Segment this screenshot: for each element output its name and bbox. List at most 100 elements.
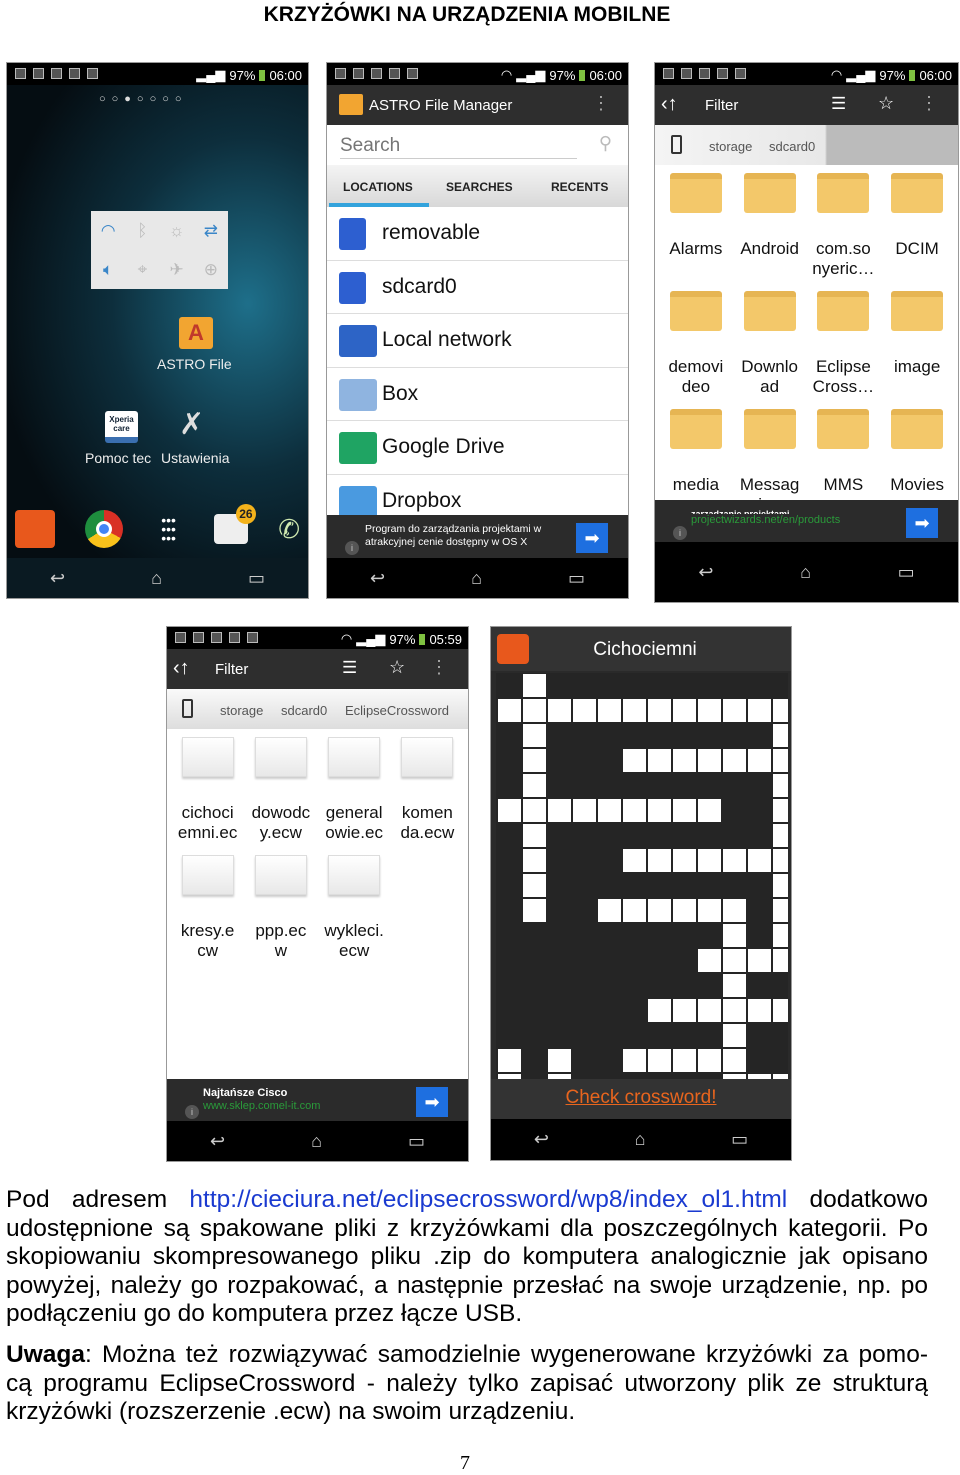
location-item[interactable]: Local network bbox=[327, 314, 628, 368]
crossword-cell[interactable] bbox=[523, 899, 546, 922]
recents-icon[interactable]: ▭ bbox=[568, 568, 585, 589]
home-icon[interactable]: ⌂ bbox=[151, 568, 162, 589]
location-item[interactable]: removable bbox=[327, 207, 628, 261]
crossword-cell[interactable] bbox=[723, 1024, 746, 1047]
crossword-cell[interactable] bbox=[648, 899, 671, 922]
crossword-cell[interactable] bbox=[673, 699, 696, 722]
list-view-icon[interactable]: ☰ bbox=[831, 94, 846, 114]
list-view-icon[interactable]: ☰ bbox=[342, 658, 357, 678]
breadcrumb-storage[interactable]: storage bbox=[709, 139, 752, 154]
crossword-cell[interactable] bbox=[748, 849, 771, 872]
home-icon[interactable]: ⌂ bbox=[800, 562, 811, 583]
crossword-cell[interactable] bbox=[523, 724, 546, 747]
crossword-cell[interactable] bbox=[623, 1049, 646, 1072]
crossword-cell[interactable] bbox=[773, 949, 788, 972]
messaging-icon[interactable]: 26 bbox=[213, 504, 256, 544]
crossword-cell[interactable] bbox=[723, 899, 746, 922]
folder-item[interactable]: Alarms bbox=[659, 169, 733, 283]
overflow-menu-icon[interactable]: ⋮ bbox=[430, 657, 448, 678]
crossword-cell[interactable] bbox=[773, 749, 788, 772]
up-arrow-icon[interactable]: ‹↑ bbox=[173, 657, 190, 680]
crossword-cell[interactable] bbox=[573, 799, 596, 822]
ad-arrow-button[interactable]: ➡ bbox=[576, 523, 608, 553]
file-item[interactable]: kresy.e cw bbox=[171, 851, 244, 965]
info-icon[interactable]: i bbox=[185, 1105, 199, 1119]
file-item[interactable]: ppp.ec w bbox=[244, 851, 317, 965]
crossword-cell[interactable] bbox=[773, 824, 788, 847]
file-item[interactable]: wykleci. ecw bbox=[318, 851, 391, 965]
breadcrumb-eclipsecrossword[interactable]: EclipseCrossword bbox=[345, 703, 449, 718]
recents-icon[interactable]: ▭ bbox=[731, 1129, 748, 1150]
crossword-cell[interactable] bbox=[523, 824, 546, 847]
ad-banner[interactable]: Najtańsze Cisco www.sklep.comel-it.com ➡ i bbox=[167, 1079, 468, 1123]
home-icon[interactable]: ⌂ bbox=[471, 568, 482, 589]
ad-banner[interactable]: zarządzanie projektami projectwizards.net… bbox=[655, 500, 958, 544]
crossword-download-link[interactable]: http://cieciura.net/eclipsecrossword/wp8… bbox=[189, 1186, 787, 1213]
crossword-cell[interactable] bbox=[648, 849, 671, 872]
crossword-cell[interactable] bbox=[623, 799, 646, 822]
crossword-cell[interactable] bbox=[523, 774, 546, 797]
file-item[interactable]: cichoci emni.ec bbox=[171, 733, 244, 847]
crossword-cell[interactable] bbox=[498, 1049, 521, 1072]
breadcrumb-sdcard0[interactable]: sdcard0 bbox=[281, 703, 327, 718]
crossword-cell[interactable] bbox=[748, 999, 771, 1022]
overflow-menu-icon[interactable]: ⋮ bbox=[592, 93, 610, 114]
ad-arrow-button[interactable]: ➡ bbox=[416, 1087, 448, 1117]
back-icon[interactable]: ↩ bbox=[370, 568, 385, 589]
crossword-cell[interactable] bbox=[673, 749, 696, 772]
home-icon[interactable]: ⌂ bbox=[311, 1131, 322, 1152]
crossword-cell[interactable] bbox=[723, 699, 746, 722]
xperia-care-label[interactable]: Pomoc tec bbox=[85, 450, 151, 466]
tab-locations[interactable]: LOCATIONS bbox=[343, 180, 413, 194]
crossword-cell[interactable] bbox=[673, 799, 696, 822]
xperia-care-icon[interactable]: Xperia care bbox=[105, 411, 138, 443]
file-item[interactable]: dowodc y.ecw bbox=[244, 733, 317, 847]
crossword-cell[interactable] bbox=[673, 999, 696, 1022]
crossword-cell[interactable] bbox=[698, 749, 721, 772]
crossword-cell[interactable] bbox=[523, 799, 546, 822]
crossword-cell[interactable] bbox=[698, 899, 721, 922]
quick-settings-widget[interactable]: ◠ ᛒ ☼ ⇄ 🔈︎ ⌖ ✈︎ ⊕ bbox=[91, 211, 228, 289]
crossword-cell[interactable] bbox=[498, 799, 521, 822]
file-item[interactable]: komen da.ecw bbox=[391, 733, 464, 847]
gps-icon[interactable]: ⌖ bbox=[138, 260, 148, 280]
crossword-app-icon[interactable] bbox=[15, 510, 55, 548]
crossword-cell[interactable] bbox=[773, 999, 788, 1022]
info-icon[interactable]: i bbox=[673, 526, 687, 540]
crossword-cell[interactable] bbox=[773, 724, 788, 747]
settings-icon[interactable]: ✗ bbox=[179, 407, 204, 442]
up-arrow-icon[interactable]: ‹↑ bbox=[661, 93, 678, 116]
recents-icon[interactable]: ▭ bbox=[408, 1131, 425, 1152]
back-icon[interactable]: ↩ bbox=[210, 1131, 225, 1152]
search-input[interactable] bbox=[340, 133, 577, 159]
crossword-cell[interactable] bbox=[548, 799, 571, 822]
crossword-cell[interactable] bbox=[698, 949, 721, 972]
crossword-cell[interactable] bbox=[723, 974, 746, 997]
filter-label[interactable]: Filter bbox=[215, 661, 248, 678]
crossword-cell[interactable] bbox=[773, 849, 788, 872]
crossword-cell[interactable] bbox=[698, 999, 721, 1022]
crossword-cell[interactable] bbox=[523, 749, 546, 772]
back-icon[interactable]: ↩ bbox=[534, 1129, 549, 1150]
astro-app-label[interactable]: ASTRO File bbox=[157, 356, 232, 372]
crossword-cell[interactable] bbox=[548, 1049, 571, 1072]
crossword-cell[interactable] bbox=[623, 699, 646, 722]
crossword-cell[interactable] bbox=[748, 949, 771, 972]
folder-item[interactable]: Android bbox=[733, 169, 807, 283]
overflow-menu-icon[interactable]: ⋮ bbox=[920, 93, 938, 114]
crossword-cell[interactable] bbox=[723, 999, 746, 1022]
crossword-cell[interactable] bbox=[623, 849, 646, 872]
crossword-cell[interactable] bbox=[548, 699, 571, 722]
folder-item[interactable]: Downlo ad bbox=[733, 287, 807, 401]
crossword-cell[interactable] bbox=[723, 749, 746, 772]
breadcrumb-storage[interactable]: storage bbox=[220, 703, 263, 718]
crossword-cell[interactable] bbox=[523, 849, 546, 872]
ad-arrow-button[interactable]: ➡ bbox=[906, 508, 938, 538]
folder-item[interactable]: demovi deo bbox=[659, 287, 733, 401]
check-crossword-link[interactable]: Check crossword! bbox=[566, 1087, 717, 1109]
location-item[interactable]: Box bbox=[327, 367, 628, 421]
star-icon[interactable]: ☆ bbox=[389, 657, 405, 678]
wifi-icon[interactable]: ◠ bbox=[101, 221, 116, 241]
crossword-cell[interactable] bbox=[648, 699, 671, 722]
phone-icon[interactable]: ✆ bbox=[278, 514, 300, 545]
